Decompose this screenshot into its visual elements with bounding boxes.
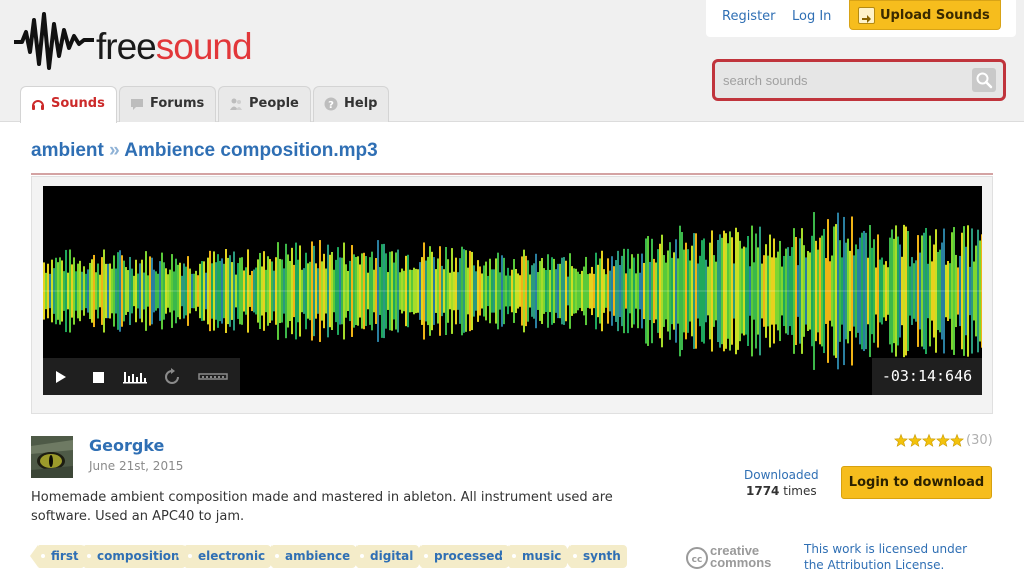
license-line-2: the Attribution License. (804, 558, 945, 572)
star-icon[interactable] (950, 433, 964, 447)
spectrogram-toggle-button[interactable] (117, 358, 153, 395)
star-icon[interactable] (922, 433, 936, 447)
page-title: ambient » Ambience composition.mp3 (31, 140, 378, 162)
tab-people[interactable]: People (218, 86, 311, 122)
sound-description: Homemade ambient composition made and ma… (31, 490, 613, 524)
breadcrumb-separator: » (109, 140, 120, 161)
download-count: 1774 (746, 484, 780, 498)
tag-processed[interactable]: processed (412, 545, 510, 568)
scale-toggle-icon (198, 373, 228, 380)
tab-help[interactable]: ? Help (313, 86, 389, 122)
upload-sounds-label: Upload Sounds (880, 8, 990, 23)
download-count-suffix: times (783, 484, 817, 498)
waveform-logo-icon (14, 12, 94, 70)
lizard-eye-avatar-icon (31, 436, 73, 478)
search-button[interactable] (972, 68, 996, 92)
user-avatar[interactable] (31, 436, 73, 478)
register-link[interactable]: Register (722, 9, 776, 24)
upload-arrow-icon (858, 7, 875, 24)
speech-bubble-icon (131, 99, 143, 110)
tab-forums-label: Forums (150, 96, 205, 111)
play-button[interactable] (43, 358, 79, 395)
tag-ambience[interactable]: ambience (263, 545, 357, 568)
search-input[interactable] (720, 68, 971, 92)
tab-forums[interactable]: Forums (119, 86, 216, 122)
download-count-line: 1774 times (746, 484, 817, 498)
tag-synth[interactable]: synth (562, 545, 627, 568)
cc-circle-icon: cc (686, 547, 708, 569)
svg-text:cc: cc (692, 555, 703, 565)
upload-date: June 21st, 2015 (89, 459, 184, 473)
tab-sounds-label: Sounds (51, 96, 105, 111)
logo-text-free: free (96, 26, 157, 67)
tab-help-label: Help (344, 96, 378, 111)
cc-logo-text: creative commons (710, 544, 772, 570)
stop-button[interactable] (80, 358, 116, 395)
downloaded-label: Downloaded (744, 468, 819, 482)
magnifier-icon (976, 72, 993, 89)
login-link[interactable]: Log In (792, 9, 831, 24)
rating-stars[interactable] (894, 433, 964, 449)
stop-icon (93, 372, 104, 383)
play-icon (56, 371, 66, 383)
tab-sounds[interactable]: Sounds (20, 86, 117, 123)
rating-count: (30) (966, 433, 993, 448)
login-to-download-button[interactable]: Login to download (841, 466, 992, 499)
tag-music[interactable]: music (500, 545, 568, 568)
player-controls (43, 358, 240, 395)
svg-text:?: ? (328, 100, 334, 111)
star-icon[interactable] (936, 433, 950, 447)
tag-electronic[interactable]: electronic (176, 545, 272, 568)
tab-people-label: People (249, 96, 299, 111)
site-header: freesound Register Log In Upload Sounds … (0, 0, 1024, 123)
search-box (712, 59, 1006, 101)
stars-icon (894, 433, 964, 447)
star-icon[interactable] (894, 433, 908, 447)
headphones-icon (32, 100, 44, 110)
tag-composition[interactable]: composition (76, 545, 186, 568)
star-icon[interactable] (908, 433, 922, 447)
loop-icon (165, 368, 179, 384)
time-readout: -03:14:646 (872, 358, 982, 395)
help-icon: ? (324, 97, 338, 111)
breadcrumb-pack-link[interactable]: ambient (31, 140, 104, 161)
license-line-1: This work is licensed under (804, 542, 968, 556)
breadcrumb-sound-link[interactable]: Ambience composition.mp3 (124, 140, 377, 161)
title-divider (31, 173, 993, 175)
account-links: Register Log In Upload Sounds (706, 0, 1016, 37)
people-icon (230, 98, 242, 110)
license-link[interactable]: This work is licensed under the Attribut… (804, 541, 1004, 573)
spectrogram-toggle-icon (123, 372, 147, 384)
freesound-logo[interactable]: freesound (12, 6, 272, 72)
loop-button[interactable] (154, 358, 190, 395)
logo-text-sound: sound (155, 26, 253, 67)
logo-wordmark: freesound (96, 26, 253, 68)
measure-toggle-button[interactable] (193, 358, 235, 395)
cc-logo-text-2: commons (710, 555, 772, 570)
username-link[interactable]: Georgke (89, 436, 164, 455)
upload-sounds-button[interactable]: Upload Sounds (849, 0, 1001, 30)
tag-digital[interactable]: digital (348, 545, 420, 568)
